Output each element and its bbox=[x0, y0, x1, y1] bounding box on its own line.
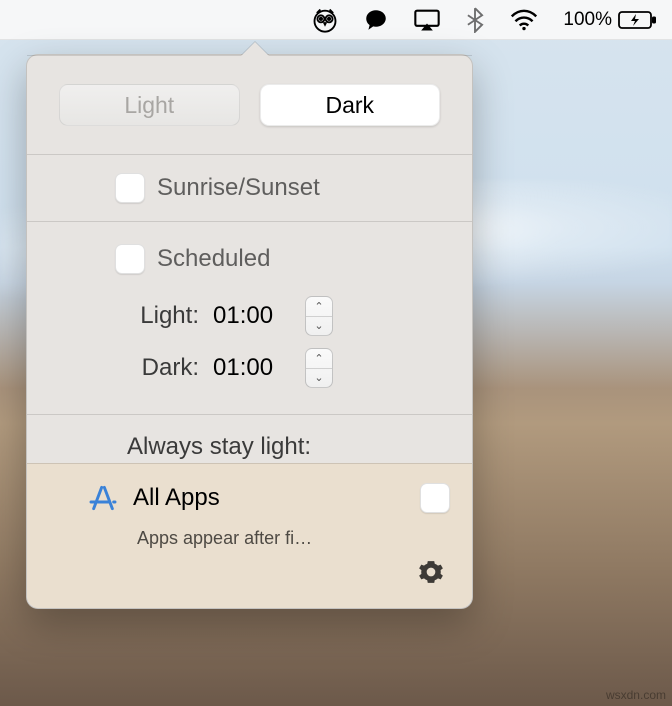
all-apps-checkbox[interactable] bbox=[420, 483, 450, 513]
dark-mode-label: Dark bbox=[325, 92, 374, 119]
appstore-icon bbox=[87, 482, 119, 514]
stepper-down-icon[interactable]: ⌄ bbox=[306, 317, 332, 336]
dark-time-value[interactable]: 01:00 bbox=[213, 354, 291, 382]
scheduled-checkbox[interactable] bbox=[115, 244, 145, 274]
appearance-toggle: Light Dark bbox=[27, 55, 472, 154]
light-time-label: Light: bbox=[127, 302, 199, 330]
stepper-up-icon[interactable]: ⌃ bbox=[306, 297, 332, 317]
owl-icon[interactable] bbox=[311, 6, 339, 34]
speech-bubble-icon[interactable] bbox=[363, 7, 389, 33]
light-time-value[interactable]: 01:00 bbox=[213, 302, 291, 330]
bluetooth-icon[interactable] bbox=[465, 7, 485, 33]
battery-percentage: 100% bbox=[563, 9, 612, 31]
light-mode-label: Light bbox=[124, 92, 174, 119]
dark-time-label: Dark: bbox=[127, 354, 199, 382]
battery-charging-icon bbox=[618, 10, 658, 30]
stepper-down-icon[interactable]: ⌄ bbox=[306, 369, 332, 388]
apps-hint: Apps appear after fi… bbox=[137, 528, 450, 549]
menubar: 100% bbox=[0, 0, 672, 40]
nightowl-popover: Light Dark Sunrise/Sunset Scheduled Ligh… bbox=[26, 54, 473, 609]
sunrise-checkbox[interactable] bbox=[115, 173, 145, 203]
scheduled-label: Scheduled bbox=[157, 245, 270, 273]
all-apps-row: All Apps bbox=[87, 482, 450, 514]
light-time-stepper[interactable]: ⌃ ⌄ bbox=[305, 296, 333, 336]
dark-mode-button[interactable]: Dark bbox=[260, 84, 441, 126]
sunrise-section: Sunrise/Sunset bbox=[27, 154, 472, 221]
apps-list: All Apps Apps appear after fi… bbox=[27, 463, 472, 608]
watermark: wsxdn.com bbox=[606, 688, 666, 702]
light-mode-button[interactable]: Light bbox=[59, 84, 240, 126]
wifi-icon[interactable] bbox=[509, 9, 539, 31]
stepper-up-icon[interactable]: ⌃ bbox=[306, 349, 332, 369]
gear-icon[interactable] bbox=[418, 559, 444, 590]
airplay-icon[interactable] bbox=[413, 8, 441, 32]
all-apps-label: All Apps bbox=[133, 484, 220, 512]
popover-caret bbox=[241, 42, 269, 56]
scheduled-section: Scheduled Light: 01:00 ⌃ ⌄ Dark: 01:00 ⌃… bbox=[27, 221, 472, 414]
always-light-title: Always stay light: bbox=[27, 415, 472, 463]
battery-status[interactable]: 100% bbox=[563, 9, 658, 31]
dark-time-stepper[interactable]: ⌃ ⌄ bbox=[305, 348, 333, 388]
sunrise-label: Sunrise/Sunset bbox=[157, 174, 320, 202]
always-light-section: Always stay light: All Apps Apps appear … bbox=[27, 414, 472, 608]
